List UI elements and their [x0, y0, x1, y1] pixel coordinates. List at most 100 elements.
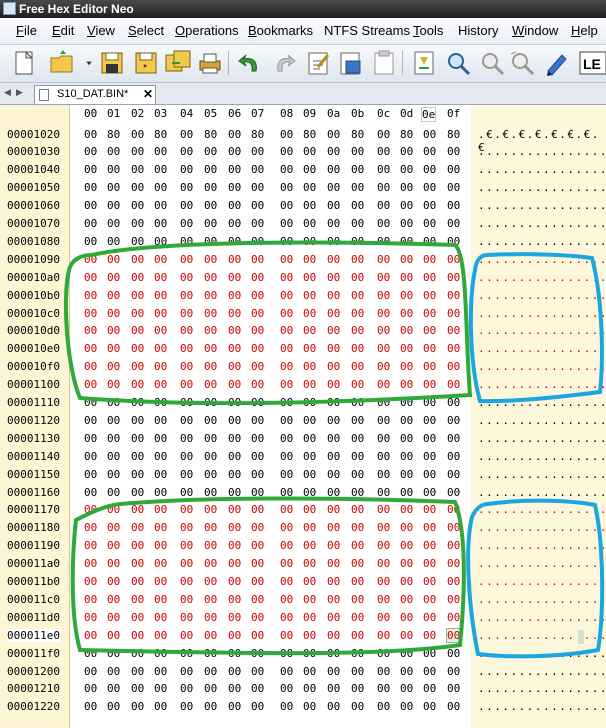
hex-byte[interactable]: 00 — [154, 199, 167, 212]
hex-byte[interactable]: 00 — [131, 342, 144, 355]
ascii-row[interactable]: ................ — [478, 181, 606, 194]
hex-byte[interactable]: 00 — [154, 557, 167, 570]
hex-byte[interactable]: 00 — [447, 486, 460, 499]
menu-edit[interactable]: Edit — [52, 23, 74, 38]
hex-byte[interactable]: 00 — [154, 593, 167, 606]
hex-byte[interactable]: 00 — [377, 128, 390, 141]
hex-byte[interactable]: 00 — [327, 503, 340, 516]
hex-byte[interactable]: 00 — [251, 539, 264, 552]
hex-byte[interactable]: 00 — [280, 629, 293, 642]
hex-byte[interactable]: 00 — [131, 450, 144, 463]
hex-byte[interactable]: 00 — [280, 307, 293, 320]
hex-byte[interactable]: 00 — [228, 163, 241, 176]
menu-help[interactable]: Help — [571, 23, 598, 38]
hex-byte[interactable]: 00 — [423, 289, 436, 302]
hex-byte[interactable]: 00 — [204, 468, 217, 481]
hex-byte[interactable]: 00 — [107, 557, 120, 570]
ascii-row[interactable]: ................ — [478, 289, 606, 302]
ascii-row[interactable]: ................ — [478, 432, 606, 445]
hex-byte[interactable]: 00 — [84, 235, 97, 248]
hex-byte[interactable]: 00 — [84, 593, 97, 606]
hex-byte[interactable]: 00 — [228, 378, 241, 391]
hex-byte[interactable]: 00 — [447, 521, 460, 534]
find-replace-icon[interactable] — [508, 49, 536, 77]
hex-byte[interactable]: 00 — [251, 486, 264, 499]
hex-byte[interactable]: 00 — [280, 128, 293, 141]
hex-byte[interactable]: 00 — [303, 700, 316, 713]
hex-byte[interactable]: 00 — [84, 503, 97, 516]
ascii-row[interactable]: ................ — [478, 271, 606, 284]
hex-byte[interactable]: 00 — [377, 468, 390, 481]
hex-byte[interactable]: 00 — [351, 468, 364, 481]
menu-file[interactable]: File — [16, 23, 37, 38]
hex-byte[interactable]: 00 — [303, 181, 316, 194]
hex-byte[interactable]: 00 — [251, 611, 264, 624]
hex-byte[interactable]: 00 — [228, 271, 241, 284]
hex-byte[interactable]: 00 — [303, 307, 316, 320]
hex-byte[interactable]: 00 — [154, 468, 167, 481]
hex-byte[interactable]: 00 — [154, 647, 167, 660]
hex-byte[interactable]: 00 — [131, 324, 144, 337]
hex-byte[interactable]: 00 — [131, 378, 144, 391]
ascii-row[interactable]: ................ — [478, 557, 606, 570]
hex-byte[interactable]: 00 — [84, 468, 97, 481]
find-next-icon[interactable] — [478, 49, 506, 77]
hex-byte[interactable]: 00 — [400, 539, 413, 552]
hex-byte[interactable]: 00 — [303, 414, 316, 427]
hex-byte[interactable]: 00 — [204, 593, 217, 606]
hex-byte[interactable]: 00 — [351, 647, 364, 660]
hex-byte[interactable]: 00 — [251, 199, 264, 212]
hex-byte[interactable]: 00 — [280, 539, 293, 552]
hex-byte[interactable]: 00 — [377, 342, 390, 355]
hex-byte[interactable]: 00 — [377, 217, 390, 230]
hex-byte[interactable]: 00 — [400, 521, 413, 534]
save-all-icon[interactable] — [164, 49, 192, 77]
open-folder-icon[interactable] — [48, 49, 76, 77]
hex-byte[interactable]: 00 — [154, 289, 167, 302]
hex-byte[interactable]: 00 — [303, 682, 316, 695]
hex-byte[interactable]: 00 — [280, 289, 293, 302]
hex-byte[interactable]: 00 — [377, 682, 390, 695]
hex-byte[interactable]: 00 — [351, 181, 364, 194]
hex-byte[interactable]: 00 — [351, 450, 364, 463]
hex-byte[interactable]: 00 — [228, 450, 241, 463]
hex-byte[interactable]: 00 — [447, 253, 460, 266]
hex-byte[interactable]: 00 — [84, 217, 97, 230]
hex-byte[interactable]: 00 — [251, 665, 264, 678]
hex-byte[interactable]: 00 — [154, 700, 167, 713]
hex-byte[interactable]: 00 — [228, 557, 241, 570]
hex-byte[interactable]: 00 — [84, 486, 97, 499]
ascii-row[interactable]: ................ — [478, 450, 606, 463]
ascii-row[interactable]: ................ — [478, 503, 606, 516]
hex-byte[interactable]: 00 — [303, 217, 316, 230]
hex-byte[interactable]: 00 — [447, 450, 460, 463]
hex-byte[interactable]: 00 — [423, 593, 436, 606]
hex-byte[interactable]: 00 — [228, 253, 241, 266]
hex-byte[interactable]: 00 — [154, 253, 167, 266]
hex-byte[interactable]: 00 — [180, 521, 193, 534]
print-icon[interactable] — [196, 49, 224, 77]
hex-byte[interactable]: 00 — [400, 700, 413, 713]
hex-byte[interactable]: 00 — [377, 199, 390, 212]
tab-next-icon[interactable]: ▶ — [16, 87, 23, 98]
hex-byte[interactable]: 00 — [280, 324, 293, 337]
hex-byte[interactable]: 00 — [107, 396, 120, 409]
hex-byte[interactable]: 80 — [107, 128, 120, 141]
hex-byte[interactable]: 00 — [228, 324, 241, 337]
hex-byte[interactable]: 00 — [180, 342, 193, 355]
hex-byte[interactable]: 00 — [377, 235, 390, 248]
hex-byte[interactable]: 00 — [131, 593, 144, 606]
hex-byte[interactable]: 00 — [423, 611, 436, 624]
hex-byte[interactable]: 00 — [228, 432, 241, 445]
hex-byte[interactable]: 00 — [84, 360, 97, 373]
hex-byte[interactable]: 00 — [180, 486, 193, 499]
hex-byte[interactable]: 00 — [400, 235, 413, 248]
hex-byte[interactable]: 00 — [400, 342, 413, 355]
hex-byte[interactable]: 00 — [204, 629, 217, 642]
hex-byte[interactable]: 00 — [447, 199, 460, 212]
hex-byte[interactable]: 00 — [351, 503, 364, 516]
hex-byte[interactable]: 00 — [327, 521, 340, 534]
hex-byte[interactable]: 00 — [280, 145, 293, 158]
hex-byte[interactable]: 00 — [351, 432, 364, 445]
hex-byte[interactable]: 00 — [423, 700, 436, 713]
